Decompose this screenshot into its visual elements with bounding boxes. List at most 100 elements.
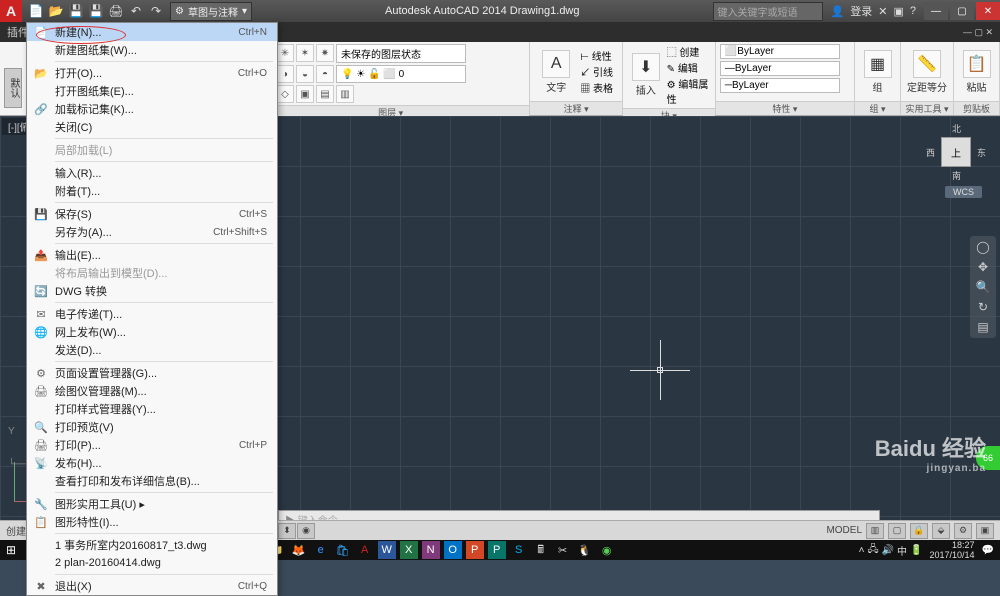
measure-button[interactable]: 📏定距等分 — [905, 50, 949, 94]
sb-ws[interactable]: ⚙ — [954, 523, 972, 539]
qat-redo-icon[interactable]: ↷ — [148, 3, 164, 19]
app-logo[interactable]: A — [0, 0, 22, 22]
minimize-button[interactable]: — — [924, 2, 948, 20]
layer-btn[interactable]: ▣ — [296, 85, 314, 103]
close-button[interactable]: ✕ — [976, 2, 1000, 20]
wcs-label[interactable]: WCS — [945, 186, 982, 198]
current-layer-combo[interactable]: 💡 ☀ 🔓 ⬜ 0 — [336, 65, 466, 83]
file-menu-item[interactable]: 🔄 DWG 转换 — [27, 282, 277, 300]
help-icon[interactable]: ? — [910, 5, 916, 17]
sb-sc[interactable]: ⬍ — [278, 523, 296, 539]
layer-btn[interactable]: ✷ — [316, 44, 334, 62]
file-menu-item[interactable]: 发送(D)... — [27, 341, 277, 359]
app-ppt[interactable]: P — [466, 541, 484, 559]
app-firefox[interactable]: 🦊 — [290, 541, 308, 559]
layer-btn[interactable]: ◇ — [276, 85, 294, 103]
signin-icon[interactable]: 👤 — [831, 5, 845, 18]
file-menu-item[interactable]: 🔗 加载标记集(K)... — [27, 100, 277, 118]
lineweight-combo[interactable]: — ByLayer — [720, 61, 840, 76]
file-menu-item[interactable]: 🌐 网上发布(W)... — [27, 323, 277, 341]
app-skype[interactable]: S — [510, 541, 528, 559]
signin-label[interactable]: 登录 — [850, 3, 872, 19]
file-menu-item[interactable]: 🔍 打印预览(V) — [27, 418, 277, 436]
app-acad[interactable]: A — [356, 541, 374, 559]
file-menu-item[interactable]: ✖ 退出(X) Ctrl+Q — [27, 577, 277, 595]
app-store[interactable]: 🛍 — [334, 541, 352, 559]
file-menu-item[interactable]: 🔧 图形实用工具(U) ▸ — [27, 495, 277, 513]
dim-leader[interactable]: ↙ 引线 — [580, 64, 613, 79]
app-qq[interactable]: 🐧 — [576, 541, 594, 559]
file-menu-item[interactable]: 打印样式管理器(Y)... — [27, 400, 277, 418]
app-onenote[interactable]: N — [422, 541, 440, 559]
app-edge[interactable]: e — [312, 541, 330, 559]
group-button[interactable]: ▦组 — [859, 50, 896, 94]
left-panel-tab[interactable]: 默认 — [4, 68, 22, 108]
sb-ann[interactable]: ⬙ — [932, 523, 950, 539]
app-word[interactable]: W — [378, 541, 396, 559]
file-menu-item[interactable]: 另存为(A)... Ctrl+Shift+S — [27, 223, 277, 241]
file-menu-item[interactable]: 查看打印和发布详细信息(B)... — [27, 472, 277, 490]
group-title-props[interactable]: 特性 ▾ — [716, 101, 854, 115]
layer-btn[interactable]: ◓ — [316, 65, 334, 83]
file-menu-item[interactable]: 💾 保存(S) Ctrl+S — [27, 205, 277, 223]
block-attr[interactable]: ⚙ 编辑属性 — [667, 76, 711, 106]
file-menu-item[interactable]: 2 plan-20160414.dwg — [27, 554, 277, 572]
app-browser[interactable]: ◉ — [598, 541, 616, 559]
tray-vol-icon[interactable]: 🔊 — [882, 545, 894, 556]
nav-show-icon[interactable]: ▤ — [977, 320, 988, 334]
group-title-grp[interactable]: 组 ▾ — [855, 101, 900, 115]
sb-clean[interactable]: ▣ — [976, 523, 994, 539]
group-title-annot[interactable]: 注释 ▾ — [530, 101, 622, 115]
sb-max[interactable]: ▢ — [888, 523, 906, 539]
stayconnected-icon[interactable]: ▣ — [893, 5, 903, 18]
file-menu-item[interactable]: 关闭(C) — [27, 118, 277, 136]
sb-am[interactable]: ◉ — [297, 523, 315, 539]
help-search-input[interactable]: 键入关键字或短语 — [713, 2, 823, 21]
file-menu-item[interactable]: 📡 发布(H)... — [27, 454, 277, 472]
linetype-combo[interactable]: ─ ByLayer — [720, 78, 840, 93]
block-edit[interactable]: ✎ 编辑 — [667, 60, 711, 75]
app-pub[interactable]: P — [488, 541, 506, 559]
tray-up-icon[interactable]: ˄ — [859, 545, 865, 556]
tray-notif-icon[interactable]: 💬 — [982, 545, 994, 556]
maximize-button[interactable]: ▢ — [950, 2, 974, 20]
text-button[interactable]: A文字 — [534, 50, 578, 94]
qat-new-icon[interactable]: 📄 — [28, 3, 44, 19]
nav-orbit-icon[interactable]: ↻ — [978, 300, 988, 314]
layer-state-combo[interactable]: 未保存的图层状态 — [336, 44, 466, 63]
vc-south[interactable]: 南 — [952, 169, 961, 182]
qat-open-icon[interactable]: 📂 — [48, 3, 64, 19]
start-button[interactable]: ⊞ — [0, 540, 22, 560]
file-menu-item[interactable]: 📂 打开(O)... Ctrl+O — [27, 64, 277, 82]
file-menu-item[interactable]: 📋 图形特性(I)... — [27, 513, 277, 531]
file-menu-item[interactable]: 🖨 打印(P)... Ctrl+P — [27, 436, 277, 454]
nav-pan-icon[interactable]: ✥ — [978, 260, 988, 274]
qat-print-icon[interactable]: 🖨 — [108, 3, 124, 19]
tray-ime-icon[interactable]: 中 — [897, 543, 907, 558]
viewcube[interactable]: 北 南 西 东 上 — [926, 122, 986, 182]
vc-west[interactable]: 西 — [926, 146, 935, 159]
vc-north[interactable]: 北 — [952, 122, 961, 135]
insert-button[interactable]: ⬇插入 — [627, 53, 665, 97]
layer-btn[interactable]: ✶ — [296, 44, 314, 62]
layer-btn[interactable]: ◒ — [296, 65, 314, 83]
file-menu-item[interactable]: 📤 输出(E)... — [27, 246, 277, 264]
file-menu-item[interactable]: ⚙ 页面设置管理器(G)... — [27, 364, 277, 382]
tray-net-icon[interactable]: 🖧 — [867, 542, 878, 559]
file-menu-item[interactable]: 新建图纸集(W)... — [27, 41, 277, 59]
tray-bat-icon[interactable]: 🔋 — [910, 545, 922, 556]
qat-save-icon[interactable]: 💾 — [68, 3, 84, 19]
paste-button[interactable]: 📋粘贴 — [958, 50, 995, 94]
app-excel[interactable]: X — [400, 541, 418, 559]
nav-zoom-icon[interactable]: 🔍 — [976, 280, 991, 294]
vc-top[interactable]: 上 — [941, 137, 971, 167]
file-menu-item[interactable]: ✉ 电子传递(T)... — [27, 305, 277, 323]
layer-btn[interactable]: ▤ — [316, 85, 334, 103]
workspace-selector[interactable]: ⚙ 草图与注释 ▾ — [170, 2, 252, 21]
app-calc[interactable]: 🖩 — [532, 541, 550, 559]
block-create[interactable]: ⬚ 创建 — [667, 44, 711, 59]
app-snip[interactable]: ✂ — [554, 541, 572, 559]
sb-model[interactable]: MODEL — [826, 525, 862, 536]
file-menu-item[interactable]: 附着(T)... — [27, 182, 277, 200]
app-outlook[interactable]: O — [444, 541, 462, 559]
